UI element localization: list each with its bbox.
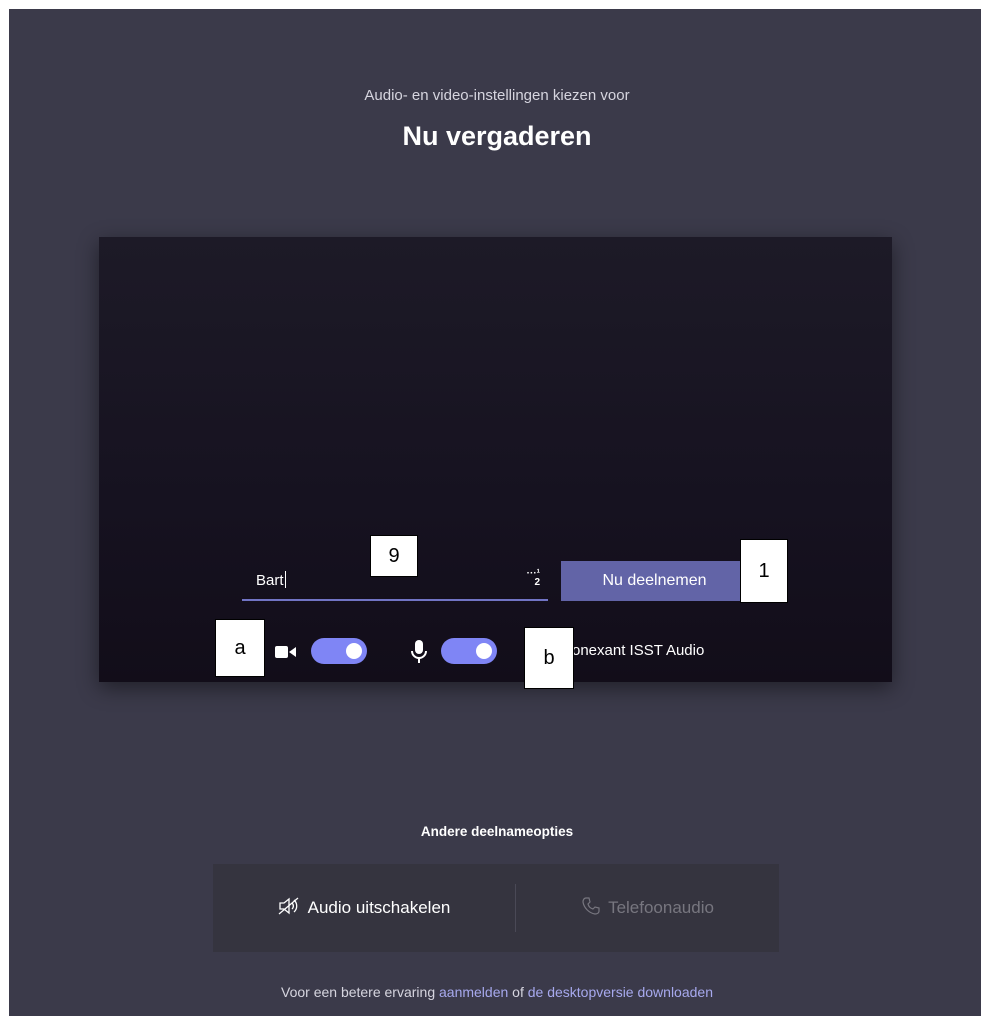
camera-toggle-knob	[346, 643, 362, 659]
callout-join: 1	[740, 539, 788, 603]
phone-audio-label: Telefoonaudio	[608, 898, 714, 917]
page-subtitle: Audio- en video-instellingen kiezen voor	[364, 87, 630, 104]
text-caret	[284, 571, 286, 588]
camera-icon	[275, 645, 297, 664]
footer-middle: of	[508, 984, 528, 1000]
audio-off-label: Audio uitschakelen	[307, 898, 451, 917]
meeting-prejoin-screen: Audio- en video-instellingen kiezen voor…	[9, 9, 981, 1016]
phone-audio-option[interactable]: Telefoonaudio	[517, 864, 779, 952]
video-preview: Bart ···¹ 2 Nu deelnemen onexant ISST Au…	[99, 237, 892, 682]
microphone-toggle[interactable]	[441, 638, 497, 664]
join-now-button[interactable]: Nu deelnemen	[561, 561, 748, 601]
blur-background-icon[interactable]: ···¹ 2	[527, 569, 540, 588]
audio-off-option[interactable]: Audio uitschakelen	[213, 864, 515, 952]
phone-icon	[582, 896, 608, 920]
join-options-panel: Audio uitschakelen Telefoonaudio	[213, 864, 779, 952]
camera-toggle[interactable]	[311, 638, 367, 664]
signin-link[interactable]: aanmelden	[439, 984, 508, 1000]
speaker-off-icon	[278, 897, 308, 920]
microphone-toggle-knob	[476, 643, 492, 659]
callout-camera: a	[215, 619, 265, 677]
callout-name: 9	[370, 535, 418, 577]
download-desktop-link[interactable]: de desktopversie downloaden	[528, 984, 713, 1000]
audio-device-selector[interactable]: onexant ISST Audio	[572, 642, 704, 659]
name-input-value: Bart	[256, 571, 286, 589]
footer-prefix: Voor een betere ervaring	[281, 984, 439, 1000]
name-icon-text: 2	[534, 577, 540, 588]
footer-text: Voor een betere ervaring aanmelden of de…	[9, 984, 981, 1000]
options-divider	[515, 884, 516, 932]
page-title: Nu vergaderen	[402, 121, 592, 151]
callout-device: b	[524, 627, 574, 689]
microphone-icon	[411, 640, 427, 669]
other-join-options-heading: Andere deelnameopties	[420, 824, 574, 839]
